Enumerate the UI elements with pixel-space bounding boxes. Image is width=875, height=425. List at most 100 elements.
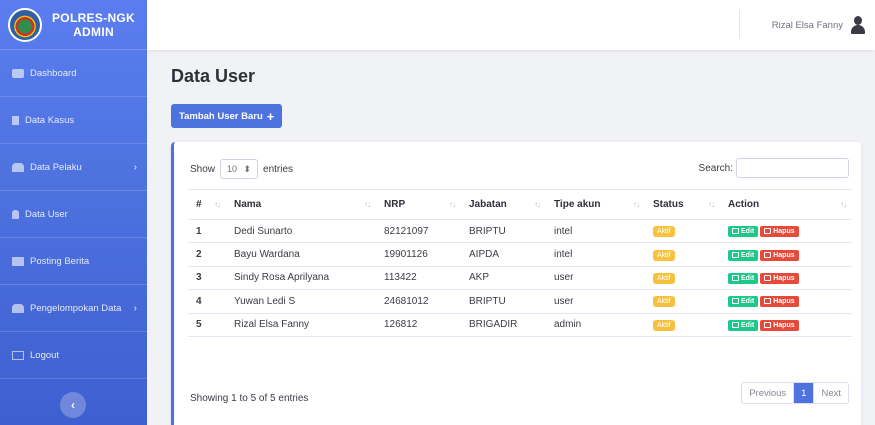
- header-label: Action: [728, 199, 760, 210]
- chevron-right-icon: ›: [133, 302, 137, 314]
- sidebar-item-data-kasus[interactable]: Data Kasus: [0, 97, 147, 144]
- cell-status: Aktif: [645, 242, 720, 267]
- header-label: Nama: [234, 199, 262, 210]
- dashboard-icon: [12, 68, 24, 78]
- delete-button[interactable]: Hapus: [760, 296, 799, 308]
- sidebar-item-pengelompokan-data[interactable]: Pengelompokan Data ›: [0, 285, 147, 332]
- next-button[interactable]: Next: [814, 383, 848, 403]
- delete-button[interactable]: Hapus: [760, 249, 799, 261]
- header-label: #: [196, 199, 202, 210]
- cell-action: Edit Hapus: [720, 266, 852, 291]
- entries-select[interactable]: 10 ⬍: [220, 159, 259, 179]
- cell-jabatan: AKP: [461, 266, 546, 291]
- cell-action: Edit Hapus: [720, 289, 852, 314]
- search-input[interactable]: [736, 158, 849, 178]
- column-header-jabatan[interactable]: Jabatan ↑↓: [461, 189, 546, 220]
- chevron-right-icon: ›: [133, 161, 137, 173]
- trash-icon: [764, 251, 772, 258]
- edit-button[interactable]: Edit: [728, 226, 759, 238]
- entries-value: 10: [227, 164, 238, 174]
- column-header-action[interactable]: Action ↑↓: [720, 189, 852, 220]
- column-header-no[interactable]: # ↑↓: [188, 189, 226, 220]
- police-logo: [8, 7, 42, 42]
- length-control: Show 10 ⬍ entries: [190, 159, 293, 179]
- cell-nama: Rizal Elsa Fanny: [226, 313, 376, 337]
- edit-label: Edit: [741, 321, 755, 329]
- cell-tipe: user: [546, 289, 645, 314]
- users-icon: [12, 162, 24, 172]
- edit-icon: [732, 251, 739, 258]
- sidebar-item-posting-berita[interactable]: Posting Berita: [0, 238, 147, 285]
- cell-nama: Sindy Rosa Aprilyana: [226, 266, 376, 291]
- previous-button[interactable]: Previous: [742, 383, 793, 403]
- logout-icon: [12, 350, 24, 360]
- topbar: Rizal Elsa Fanny: [147, 0, 875, 50]
- sidebar-item-logout[interactable]: Logout: [0, 332, 147, 379]
- user-table: # ↑↓ Nama ↑↓ NRP ↑↓ Jabatan ↑↓ Tipe akun ↑↓ S…: [188, 189, 852, 337]
- edit-button[interactable]: Edit: [728, 319, 759, 331]
- cell-nrp: 24681012: [376, 289, 461, 314]
- add-user-button[interactable]: Tambah User Baru +: [171, 104, 283, 128]
- cell-nrp: 82121097: [376, 219, 461, 244]
- delete-label: Hapus: [773, 321, 795, 329]
- delete-label: Hapus: [773, 251, 795, 259]
- edit-button[interactable]: Edit: [728, 249, 759, 261]
- edit-icon: [732, 228, 739, 235]
- column-header-tipe-akun[interactable]: Tipe akun ↑↓: [546, 189, 645, 220]
- sort-icon: ↑↓: [214, 200, 221, 209]
- user-avatar-icon: [851, 16, 865, 34]
- cell-status: Aktif: [645, 219, 720, 244]
- cell-status: Aktif: [645, 266, 720, 291]
- edit-icon: [732, 274, 739, 281]
- table-row: 5 Rizal Elsa Fanny 126812 BRIGADIR admin…: [188, 313, 852, 337]
- search-control: Search:: [699, 158, 849, 178]
- delete-button[interactable]: Hapus: [760, 226, 799, 238]
- brand[interactable]: POLRES-NGK ADMIN: [0, 0, 147, 50]
- sidebar-item-label: Posting Berita: [30, 255, 90, 267]
- sidebar-item-dashboard[interactable]: Dashboard: [0, 50, 147, 97]
- edit-button[interactable]: Edit: [728, 296, 759, 308]
- sidebar-item-data-pelaku[interactable]: Data Pelaku ›: [0, 144, 147, 191]
- page-1-button[interactable]: 1: [793, 383, 815, 403]
- cell-nama: Bayu Wardana: [226, 242, 376, 267]
- cell-no: 1: [188, 219, 226, 244]
- user-menu[interactable]: Rizal Elsa Fanny: [739, 10, 865, 38]
- cell-no: 3: [188, 266, 226, 291]
- brand-text: POLRES-NGK ADMIN: [52, 11, 135, 39]
- sidebar-item-label: Data Kasus: [25, 114, 75, 126]
- delete-button[interactable]: Hapus: [760, 272, 799, 284]
- table-info: Showing 1 to 5 of 5 entries: [190, 393, 309, 404]
- delete-label: Hapus: [773, 228, 795, 236]
- sidebar-toggle-button[interactable]: ‹: [60, 392, 86, 418]
- cell-no: 2: [188, 242, 226, 267]
- cell-action: Edit Hapus: [720, 219, 852, 244]
- select-arrows-icon: ⬍: [243, 163, 252, 174]
- column-header-status[interactable]: Status ↑↓: [645, 189, 720, 220]
- cell-nama: Yuwan Ledi S: [226, 289, 376, 314]
- sort-icon: ↑↓: [840, 200, 847, 209]
- trash-icon: [764, 321, 772, 328]
- delete-label: Hapus: [773, 274, 795, 282]
- brand-line1: POLRES-NGK: [52, 10, 136, 25]
- sidebar-item-data-user[interactable]: Data User: [0, 191, 147, 238]
- delete-label: Hapus: [773, 298, 795, 306]
- sort-icon: ↑↓: [708, 200, 715, 209]
- column-header-nama[interactable]: Nama ↑↓: [226, 189, 376, 220]
- column-header-nrp[interactable]: NRP ↑↓: [376, 189, 461, 220]
- edit-label: Edit: [741, 298, 755, 306]
- delete-button[interactable]: Hapus: [760, 319, 799, 331]
- table-row: 1 Dedi Sunarto 82121097 BRIPTU intel Akt…: [188, 219, 852, 244]
- cell-nrp: 126812: [376, 313, 461, 337]
- users-icon: [12, 303, 24, 313]
- cell-jabatan: BRIGADIR: [461, 313, 546, 337]
- status-badge: Aktif: [653, 249, 675, 261]
- header-label: Jabatan: [469, 199, 507, 210]
- cell-nrp: 19901126: [376, 242, 461, 267]
- edit-icon: [732, 321, 739, 328]
- sort-icon: ↑↓: [449, 200, 456, 209]
- trash-icon: [764, 274, 772, 281]
- edit-button[interactable]: Edit: [728, 272, 759, 284]
- cell-status: Aktif: [645, 289, 720, 314]
- status-badge: Aktif: [653, 319, 675, 331]
- sidebar-item-label: Data Pelaku: [30, 161, 82, 173]
